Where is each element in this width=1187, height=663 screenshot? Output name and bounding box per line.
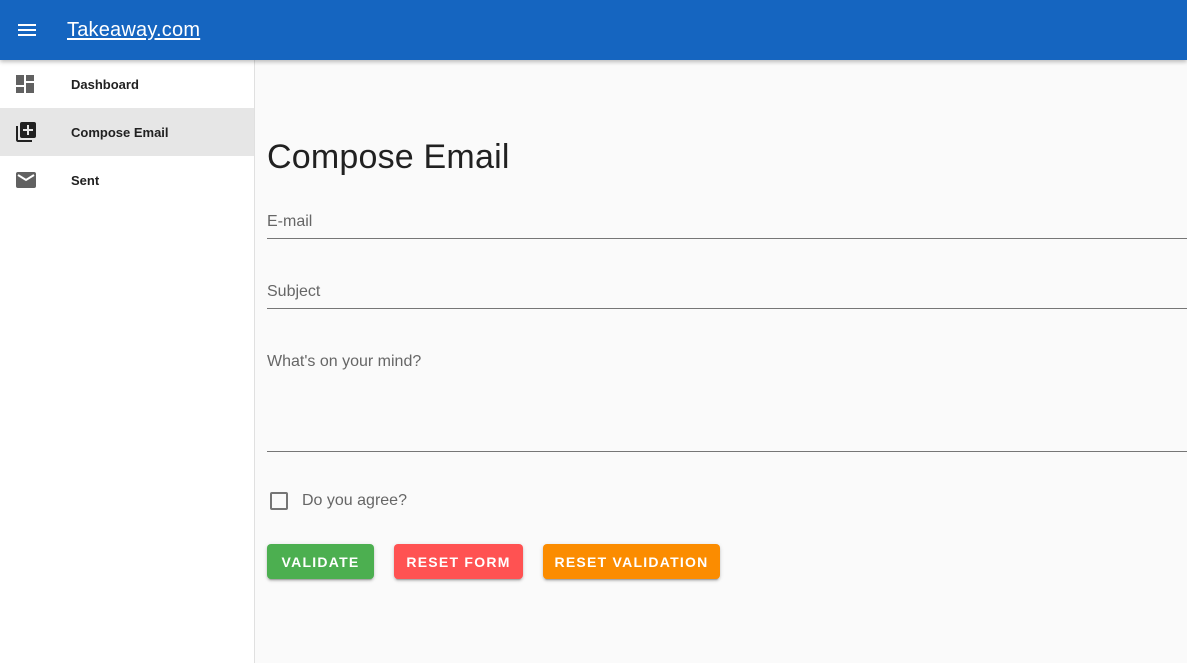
compose-email-form: Compose Email E-mail Subject What's on y… — [255, 60, 1187, 663]
sidebar-item-compose-email[interactable]: Compose Email — [0, 108, 254, 156]
email-field[interactable]: E-mail — [267, 207, 1187, 239]
menu-icon — [18, 24, 36, 36]
page-title: Compose Email — [267, 138, 510, 176]
library-add-icon — [16, 122, 36, 142]
agree-checkbox[interactable]: Do you agree? — [267, 492, 407, 510]
mail-icon — [16, 172, 36, 188]
message-label: What's on your mind? — [267, 353, 422, 370]
validate-button[interactable]: Validate — [267, 544, 374, 579]
sidebar-item-label: Dashboard — [71, 76, 139, 92]
subject-input[interactable] — [267, 282, 1187, 306]
sidebar-item-sent[interactable]: Sent — [0, 156, 254, 204]
sidebar-item-dashboard[interactable]: Dashboard — [0, 60, 254, 108]
sidebar: Dashboard Compose Email Sent — [0, 60, 255, 663]
sidebar-item-label: Sent — [71, 172, 100, 188]
checkbox-box[interactable] — [270, 492, 288, 510]
agree-label: Do you agree? — [302, 492, 407, 509]
reset-form-button[interactable]: Reset Form — [394, 544, 523, 579]
brand-link[interactable]: Takeaway.com — [67, 19, 200, 42]
menu-button[interactable] — [0, 0, 54, 60]
email-input[interactable] — [267, 212, 1187, 236]
sidebar-item-label: Compose Email — [71, 124, 169, 140]
dashboard-icon — [16, 75, 34, 93]
message-field[interactable]: What's on your mind? — [267, 347, 1187, 452]
subject-field[interactable]: Subject — [267, 277, 1187, 309]
app-bar: Takeaway.com — [0, 0, 1187, 60]
reset-validation-button[interactable]: Reset Validation — [543, 544, 720, 579]
